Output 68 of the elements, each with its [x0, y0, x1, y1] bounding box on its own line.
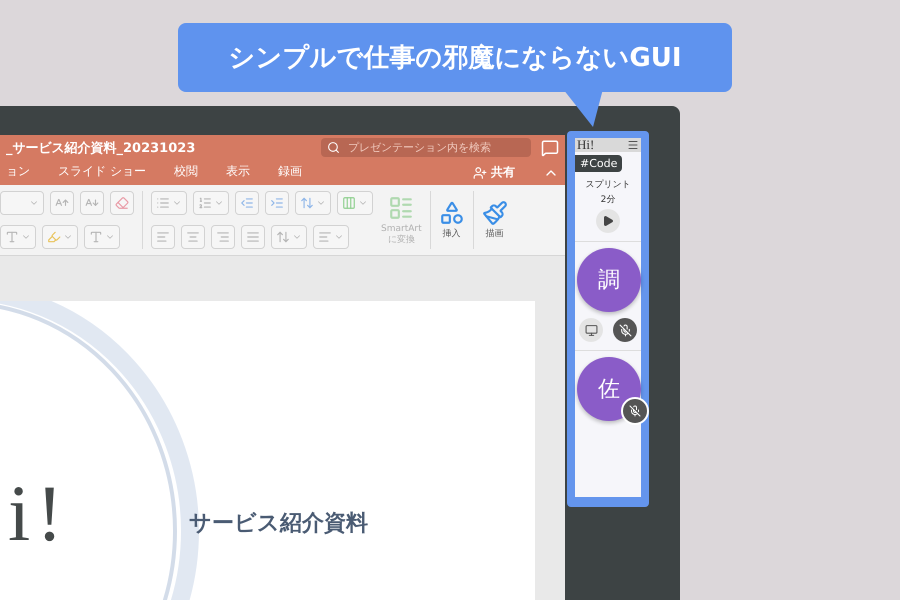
indent-decrease-icon: [240, 196, 254, 210]
slide-logo: i!: [8, 469, 69, 560]
align-right-icon: [216, 230, 230, 244]
line-spacing-icon: [300, 196, 314, 210]
align-center-button[interactable]: [181, 225, 205, 249]
play-button[interactable]: [596, 209, 620, 233]
justify-button[interactable]: [241, 225, 265, 249]
indent-increase-icon: [270, 196, 284, 210]
menu-icon[interactable]: [627, 139, 639, 151]
font-color-button[interactable]: [84, 225, 120, 249]
letter-icon: [89, 230, 103, 244]
align-right-button[interactable]: [211, 225, 235, 249]
search-field[interactable]: プレゼンテーション内を検索: [321, 138, 531, 157]
eraser-icon: [115, 196, 129, 210]
ribbon-tab[interactable]: 表示: [226, 163, 250, 182]
text-direction-button[interactable]: [271, 225, 307, 249]
shapes-icon: [438, 200, 465, 226]
font-size-field[interactable]: [0, 191, 44, 215]
clear-format-button[interactable]: [110, 191, 134, 215]
screen-share-button[interactable]: [579, 318, 603, 342]
bullet-list-button[interactable]: [151, 191, 187, 215]
share-button[interactable]: 共有: [473, 164, 515, 181]
member-avatar[interactable]: 調: [577, 248, 641, 312]
smartart-icon: [388, 194, 414, 221]
ribbon-button[interactable]: 描画: [482, 200, 508, 240]
columns-icon: [342, 196, 356, 210]
member-avatar[interactable]: 佐: [577, 357, 641, 421]
channel-label[interactable]: #Code: [575, 155, 622, 172]
columns-button[interactable]: [337, 191, 373, 215]
window-title: _サービス紹介資料_20231023: [6, 140, 196, 156]
align-left-icon: [156, 230, 170, 244]
add-user-icon: [473, 166, 487, 180]
widget-logo: Hi!: [577, 137, 594, 153]
letter-icon: [5, 230, 19, 244]
timer-label: スプリント: [586, 178, 630, 191]
indent-decrease-button[interactable]: [235, 191, 259, 215]
highlight-button[interactable]: [42, 225, 78, 249]
microphone-button[interactable]: [613, 318, 637, 342]
slide-title: サービス紹介資料: [188, 510, 368, 538]
line-spacing-button[interactable]: [295, 191, 331, 215]
mic-off-icon: [618, 324, 632, 336]
highlighter-icon: [47, 230, 61, 244]
numbered-list-button[interactable]: [193, 191, 229, 215]
numbered-list-icon: [198, 196, 212, 210]
justify-icon: [246, 230, 260, 244]
ribbon-button[interactable]: 挿入: [438, 200, 465, 240]
align-center-icon: [186, 230, 200, 244]
text-align-icon: [318, 230, 332, 244]
ribbon-tab[interactable]: 校閲: [174, 163, 198, 182]
paintbrush-icon: [482, 200, 508, 226]
align-left-button[interactable]: [151, 225, 175, 249]
callout-tail: [563, 89, 603, 129]
ribbon-tab[interactable]: ョン: [6, 163, 30, 182]
monitor-icon: [584, 324, 598, 336]
case-button[interactable]: [0, 225, 36, 249]
grow-font-button[interactable]: [50, 191, 74, 215]
play-icon: [602, 215, 614, 227]
indent-increase-button[interactable]: [265, 191, 289, 215]
comment-icon[interactable]: [541, 138, 559, 156]
mic-off-icon: [629, 405, 641, 417]
text-align-button[interactable]: [313, 225, 349, 249]
shrink-font-button[interactable]: [80, 191, 104, 215]
ribbon-tab[interactable]: 録画: [278, 163, 302, 182]
text-direction-icon: [276, 230, 290, 244]
bullet-list-icon: [156, 196, 170, 210]
timer-value: 2分: [600, 194, 616, 206]
search-icon: [327, 141, 340, 154]
ribbon-tab[interactable]: スライド ショー: [58, 163, 146, 182]
